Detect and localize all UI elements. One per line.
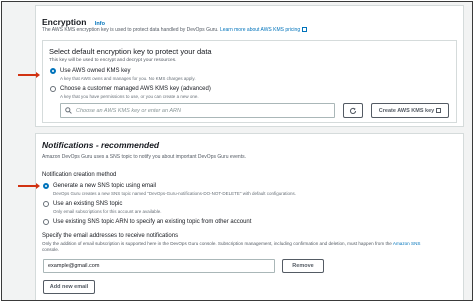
generate-sns-topic-radio[interactable]: [43, 183, 49, 189]
encryption-description-line: The AWS KMS encryption key is used to pr…: [42, 27, 308, 33]
email-address-value: example@gmail.com: [48, 263, 100, 269]
notifications-title: Notifications - recommended: [42, 140, 160, 150]
notifications-description: Amazon DevOps Guru uses a SNS topic to n…: [42, 154, 246, 160]
encryption-title: Encryption: [42, 17, 87, 27]
existing-sns-topic-description: Only email subscriptions for this accoun…: [53, 209, 162, 214]
select-key-description: This key will be used to encrypt and dec…: [49, 58, 177, 63]
refresh-button[interactable]: [343, 103, 363, 118]
email-desc-line2: console.: [42, 247, 60, 252]
select-key-title: Select default encryption key to protect…: [49, 47, 212, 56]
kms-key-search-placeholder: Choose an AWS KMS key or enter an ARN: [76, 107, 181, 114]
email-address-input[interactable]: example@gmail.com: [43, 259, 275, 273]
kms-key-search-input[interactable]: Choose an AWS KMS key or enter an ARN: [60, 103, 335, 118]
annotation-arrow-encryption: [18, 72, 40, 77]
aws-owned-key-radio[interactable]: [50, 68, 56, 74]
add-new-email-button[interactable]: Add new email: [43, 280, 95, 294]
notifications-panel: Notifications - recommended Amazon DevOp…: [35, 133, 464, 300]
annotation-arrow-notifications: [18, 183, 40, 188]
generate-sns-topic-description: DevOps Guru creates a new SNS topic name…: [53, 191, 297, 196]
encryption-key-subpanel: Select default encryption key to protect…: [42, 40, 457, 123]
remove-email-button[interactable]: Remove: [282, 259, 324, 273]
encryption-panel: Encryption Info The AWS KMS encryption k…: [35, 5, 464, 127]
existing-sns-topic-radio[interactable]: [43, 201, 49, 207]
create-kms-key-button[interactable]: Create AWS KMS key: [371, 103, 449, 118]
email-addresses-label: Specify the email addresses to receive n…: [42, 233, 179, 239]
remove-email-label: Remove: [292, 263, 314, 269]
customer-managed-key-radio[interactable]: [50, 86, 56, 92]
create-kms-key-label: Create AWS KMS key: [378, 107, 435, 114]
external-link-icon: [436, 108, 442, 113]
screenshot-frame: Encryption Info The AWS KMS encryption k…: [1, 1, 473, 301]
kms-pricing-link[interactable]: Learn more about AWS KMS pricing: [220, 27, 300, 33]
sns-topic-arn-label[interactable]: Use existing SNS topic ARN to specify an…: [53, 219, 251, 225]
generate-sns-topic-label[interactable]: Generate a new SNS topic using email: [53, 183, 156, 189]
existing-sns-topic-label[interactable]: Use an existing SNS topic: [53, 201, 122, 207]
email-desc-text: Only the addition of email subscription …: [42, 241, 392, 246]
customer-managed-key-description: A key that you have permissions to use, …: [60, 94, 199, 99]
external-link-icon: [302, 27, 308, 32]
aws-owned-key-description: A key that AWS owns and manages for you.…: [60, 76, 196, 81]
encryption-description: The AWS KMS encryption key is used to pr…: [42, 27, 219, 33]
amazon-sns-link[interactable]: Amazon SNS: [393, 241, 421, 246]
search-icon: [65, 107, 72, 114]
aws-owned-key-label[interactable]: Use AWS owned KMS key: [60, 68, 130, 74]
customer-managed-key-label[interactable]: Choose a customer managed AWS KMS key (a…: [60, 86, 211, 92]
sns-topic-arn-radio[interactable]: [43, 219, 49, 225]
add-new-email-label: Add new email: [49, 284, 89, 290]
email-addresses-description: Only the addition of email subscription …: [42, 241, 457, 253]
notification-method-label: Notification creation method: [42, 172, 117, 178]
refresh-icon: [349, 107, 357, 114]
